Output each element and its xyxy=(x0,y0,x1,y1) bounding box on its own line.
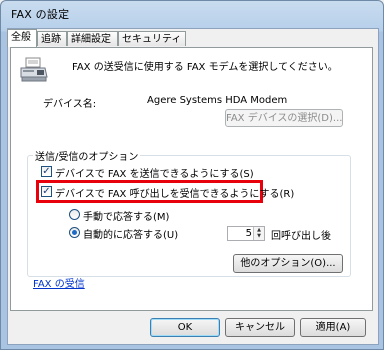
device-name-value: Agere Systems HDA Modem xyxy=(147,95,288,106)
receive-fax-checkbox-label[interactable]: デバイスで FAX 呼び出しを受信できるようにする(R) xyxy=(55,185,294,200)
cancel-button[interactable]: キャンセル xyxy=(225,318,295,337)
send-fax-checkbox-label[interactable]: デバイスで FAX を送信できるようにする(S) xyxy=(55,165,254,180)
send-fax-checkbox[interactable]: ✓ xyxy=(41,166,52,177)
tab-general[interactable]: 全般 xyxy=(7,29,37,47)
auto-answer-label[interactable]: 自動的に応答する(U) xyxy=(83,226,178,241)
description-text: FAX の送受信に使用する FAX モデムを選択してください。 xyxy=(72,62,338,73)
rings-suffix-label: 回呼び出し後 xyxy=(271,231,331,242)
other-options-button[interactable]: 他のオプション(O)... xyxy=(233,254,343,273)
options-group-title: 送信/受信のオプション xyxy=(33,148,141,163)
window-title: FAX の設定 xyxy=(11,8,70,21)
rings-value[interactable]: 5 xyxy=(246,228,252,239)
fax-receive-link[interactable]: FAX の受信 xyxy=(33,275,85,290)
device-name-label: デバイス名: xyxy=(43,99,97,110)
manual-answer-radio[interactable] xyxy=(69,209,80,220)
tab-advanced[interactable]: 詳細設定 xyxy=(67,31,118,46)
ok-button[interactable]: OK xyxy=(150,318,220,337)
tab-security[interactable]: セキュリティ xyxy=(118,31,186,46)
auto-answer-radio[interactable] xyxy=(69,227,80,238)
title-bar[interactable]: FAX の設定 xyxy=(1,1,383,27)
fax-machine-icon xyxy=(20,57,48,82)
tab-tracking[interactable]: 追跡 xyxy=(37,31,67,46)
select-fax-device-button[interactable]: FAX デバイスの選択(D)... xyxy=(225,109,343,127)
manual-answer-label[interactable]: 手動で応答する(M) xyxy=(83,208,169,223)
apply-button[interactable]: 適用(A) xyxy=(300,318,366,337)
receive-fax-checkbox[interactable]: ✓ xyxy=(41,186,52,197)
rings-spinbox[interactable]: 5 ▲ ▼ xyxy=(227,226,265,241)
spin-arrows-icon[interactable]: ▲ ▼ xyxy=(253,227,264,240)
